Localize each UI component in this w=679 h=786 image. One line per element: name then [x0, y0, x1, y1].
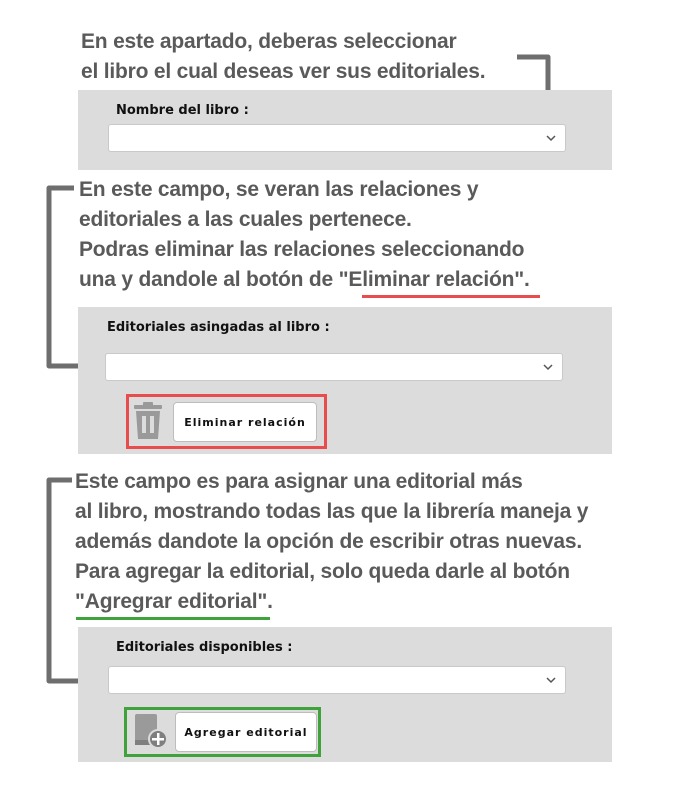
- note-highlight-eliminar: Eliminar relación: [348, 268, 515, 291]
- note-line: Este campo es para asignar una editorial…: [75, 470, 523, 493]
- note-line: al libro, mostrando todas las que la lib…: [75, 500, 589, 523]
- note-line: además dandote la opción de escribir otr…: [75, 530, 583, 553]
- available-editorials-select[interactable]: [108, 666, 566, 694]
- note-line: "Agregrar editorial".: [75, 587, 588, 617]
- book-select[interactable]: [108, 124, 566, 152]
- green-underline: [76, 617, 270, 620]
- note-highlight-agregar: Agregrar editorial: [84, 590, 258, 613]
- trash-icon[interactable]: [133, 402, 163, 440]
- add-editorial-button[interactable]: Agregar editorial: [175, 712, 317, 752]
- instruction-note-relations: En este campo, se veran las relaciones y…: [79, 175, 530, 295]
- chevron-down-icon: [543, 364, 553, 371]
- note-line: En este campo, se veran las relaciones y: [79, 178, 479, 201]
- chevron-down-icon: [546, 677, 556, 684]
- note-text: ": [75, 590, 85, 613]
- instruction-note-available: Este campo es para asignar una editorial…: [75, 467, 588, 617]
- add-book-icon[interactable]: [131, 712, 169, 750]
- chevron-down-icon: [546, 135, 556, 142]
- assigned-editorials-select[interactable]: [105, 353, 563, 381]
- note-text: ".: [514, 268, 530, 291]
- note-text: una y dandole al botón de ": [79, 268, 349, 291]
- note-line: Podras eliminar las relaciones seleccion…: [79, 238, 525, 261]
- note-line: una y dandole al botón de "Eliminar rela…: [79, 265, 530, 295]
- note-line: editoriales a las cuales pertenece.: [79, 208, 412, 231]
- instruction-note-book: En este apartado, deberas seleccionar el…: [81, 27, 486, 87]
- note-text: ".: [257, 590, 273, 613]
- note-line: el libro el cual deseas ver sus editoria…: [81, 60, 486, 83]
- delete-relation-button[interactable]: Eliminar relación: [173, 402, 317, 442]
- assigned-editorials-label: Editoriales asingadas al libro :: [107, 320, 330, 335]
- red-underline: [362, 295, 540, 298]
- note-line: En este apartado, deberas seleccionar: [81, 30, 457, 53]
- available-editorials-label: Editoriales disponibles :: [116, 640, 293, 655]
- note-line: Para agregar la editorial, solo queda da…: [75, 560, 570, 583]
- book-name-label: Nombre del libro :: [116, 103, 249, 118]
